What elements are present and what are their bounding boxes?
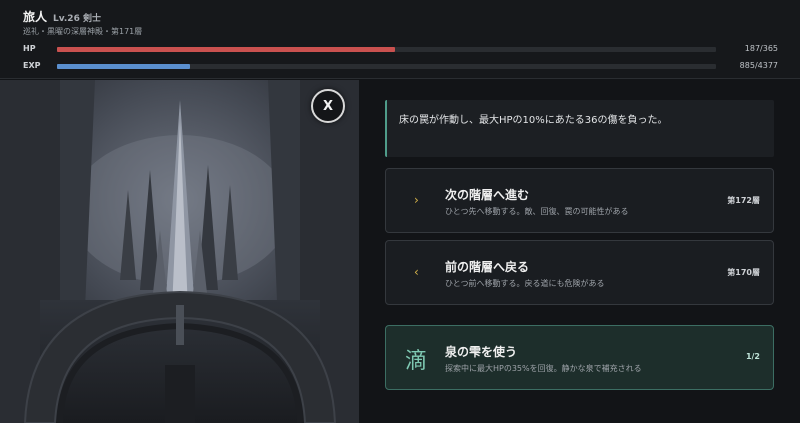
drop-kanji-icon: 滴 — [405, 349, 428, 374]
option-title: 泉の雫を使う — [445, 345, 518, 359]
event-panel: 床の罠が作動し、最大HPの10%にあたる36の傷を負った。 › 次の階層へ進む … — [359, 80, 800, 423]
option-description: 探索中に最大HPの35%を回復。静かな泉で補充される — [445, 364, 642, 373]
option-use-fountain-drop-button[interactable]: 滴 泉の雫を使う 探索中に最大HPの35%を回復。静かな泉で補充される 1/2 — [385, 325, 774, 390]
status-header: 旅人 Lv.26 剣士 巡礼・黒曜の深層神殿・第171層 HP 187/365 … — [0, 0, 800, 79]
option-description: ひとつ前へ移動する。戻る道にも危険がある — [445, 279, 605, 288]
exp-value: 885/4377 — [739, 61, 778, 70]
hp-bar-fill — [57, 47, 395, 52]
option-next-floor-button[interactable]: › 次の階層へ進む ひとつ先へ移動する。敵、回復、罠の可能性がある 第172層 — [385, 168, 774, 233]
option-floor-badge: 第170層 — [727, 268, 760, 277]
option-description: ひとつ先へ移動する。敵、回復、罠の可能性がある — [445, 207, 629, 216]
option-floor-badge: 第172層 — [727, 196, 760, 205]
chevron-left-icon: ‹ — [414, 265, 419, 279]
chevron-right-icon: › — [414, 193, 419, 207]
hp-row: HP 187/365 — [23, 44, 778, 55]
exp-bar-track — [57, 64, 716, 69]
location-text: 巡礼・黒曜の深層神殿・第171層 — [23, 27, 143, 36]
option-previous-floor-button[interactable]: ‹ 前の階層へ戻る ひとつ前へ移動する。戻る道にも危険がある 第170層 — [385, 240, 774, 305]
hp-value: 187/365 — [744, 44, 778, 53]
scene-illustration — [0, 80, 359, 423]
event-message-box: 床の罠が作動し、最大HPの10%にあたる36の傷を負った。 — [385, 100, 774, 157]
hp-label: HP — [23, 44, 36, 53]
exp-row: EXP 885/4377 — [23, 61, 778, 72]
option-uses-badge: 1/2 — [745, 352, 760, 361]
option-title: 前の階層へ戻る — [445, 260, 530, 274]
character-name-line: 旅人 Lv.26 剣士 — [23, 8, 101, 25]
close-button[interactable]: X — [311, 89, 345, 123]
character-level: Lv.26 剣士 — [53, 14, 101, 24]
character-name: 旅人 — [23, 10, 48, 24]
option-title: 次の階層へ進む — [445, 188, 530, 202]
exp-bar-fill — [57, 64, 191, 69]
cathedral-illustration — [0, 80, 359, 423]
exp-label: EXP — [23, 61, 41, 70]
event-message-text: 床の罠が作動し、最大HPの10%にあたる36の傷を負った。 — [399, 115, 668, 126]
hp-bar-track — [57, 47, 716, 52]
